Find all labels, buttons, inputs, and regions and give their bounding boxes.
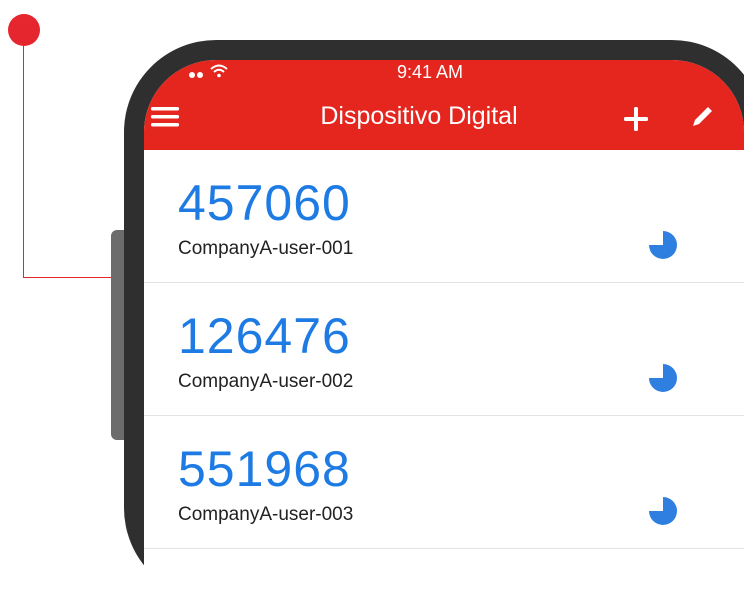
account-name: CompanyA-user-003 xyxy=(178,504,354,525)
account-list: 457060 CompanyA-user-001 126476 CompanyA… xyxy=(144,150,744,549)
edit-icon[interactable] xyxy=(689,104,715,130)
account-row[interactable]: 551968 CompanyA-user-003 xyxy=(144,416,744,549)
account-row[interactable]: 457060 CompanyA-user-001 xyxy=(144,150,744,283)
otp-code[interactable]: 126476 xyxy=(178,307,351,365)
phone-screen: 9:41 AM Dispositivo Digital 457060 Compa… xyxy=(144,60,744,600)
callout-line xyxy=(23,40,24,277)
app-title: Dispositivo Digital xyxy=(320,102,518,130)
otp-code[interactable]: 457060 xyxy=(178,174,351,232)
account-name: CompanyA-user-001 xyxy=(178,238,354,259)
callout-dot xyxy=(8,14,40,46)
otp-code[interactable]: 551968 xyxy=(178,440,351,498)
timer-icon xyxy=(649,364,677,392)
account-name: CompanyA-user-002 xyxy=(178,371,354,392)
account-row[interactable]: 126476 CompanyA-user-002 xyxy=(144,283,744,416)
app-bar: 9:41 AM Dispositivo Digital xyxy=(144,60,744,150)
timer-icon xyxy=(649,231,677,259)
status-time: 9:41 AM xyxy=(396,62,464,82)
timer-icon xyxy=(649,497,677,525)
add-icon[interactable] xyxy=(623,106,649,132)
